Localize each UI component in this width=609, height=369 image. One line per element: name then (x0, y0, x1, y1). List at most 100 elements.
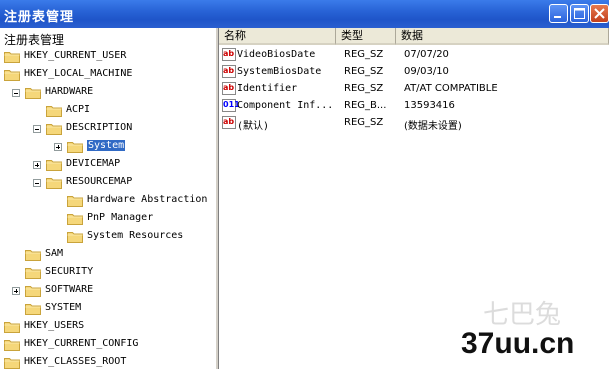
folder-icon (25, 266, 41, 279)
tree-node[interactable]: SAM (0, 247, 215, 263)
folder-icon (4, 356, 20, 369)
folder-icon (25, 248, 41, 261)
folder-icon (25, 284, 41, 297)
folder-icon (4, 68, 20, 81)
value-data: 07/07/20 (404, 49, 449, 60)
value-row[interactable]: ab SystemBiosDate REG_SZ 09/03/10 (219, 64, 609, 80)
tree-node[interactable]: SECURITY (0, 265, 215, 281)
value-row[interactable]: 011 Component Inf... REG_B... 13593416 (219, 98, 609, 114)
column-header-type[interactable]: 类型 (336, 28, 396, 45)
folder-icon (67, 230, 83, 243)
minimize-button[interactable] (549, 4, 568, 23)
tree-node-label: HKEY_USERS (24, 320, 85, 331)
folder-icon (67, 194, 83, 207)
expand-icon[interactable] (12, 287, 20, 295)
maximize-button[interactable] (570, 4, 589, 23)
watermark-faint: 七巴兔 (483, 300, 562, 330)
registry-tree[interactable]: 注册表管理 HKEY_CURRENT_USER HKEY_LOCAL_MACHIN… (0, 28, 215, 369)
string-value-icon: ab (222, 65, 236, 78)
tree-node[interactable]: HKEY_CURRENT_USER (0, 49, 215, 65)
tree-node-label: System Resources (87, 230, 184, 241)
binary-value-icon: 011 (222, 99, 240, 112)
tree-node[interactable]: HARDWARE (0, 85, 215, 101)
value-name: SystemBiosDate (237, 66, 322, 77)
tree-node[interactable]: RESOURCEMAP (0, 175, 215, 191)
folder-icon (46, 176, 62, 189)
tree-node[interactable]: Hardware Abstraction (0, 193, 215, 209)
folder-icon (46, 104, 62, 117)
tree-node[interactable]: System Resources (0, 229, 215, 245)
maximize-icon (574, 8, 585, 19)
tree-node[interactable]: ACPI (0, 103, 215, 119)
tree-node-label: RESOURCEMAP (66, 176, 133, 187)
close-button[interactable] (590, 4, 609, 23)
value-type: REG_B... (344, 100, 387, 111)
watermark: 37uu.cn (461, 327, 575, 360)
tree-root-label: 注册表管理 (4, 33, 65, 47)
tree-node[interactable]: SYSTEM (0, 301, 215, 317)
column-header-name[interactable]: 名称 (219, 28, 336, 45)
value-row[interactable]: ab (默认) REG_SZ (数据未设置) (219, 115, 609, 132)
tree-node-label: HKEY_CLASSES_ROOT (24, 356, 127, 367)
folder-icon (46, 158, 62, 171)
value-row[interactable]: ab VideoBiosDate REG_SZ 07/07/20 (219, 47, 609, 63)
tree-node-label: DESCRIPTION (66, 122, 133, 133)
folder-icon (25, 302, 41, 315)
window-title: 注册表管理 (4, 10, 75, 25)
tree-node[interactable]: HKEY_LOCAL_MACHINE (0, 67, 215, 83)
tree-node[interactable]: HKEY_CLASSES_ROOT (0, 355, 215, 369)
value-name: (默认) (237, 121, 270, 132)
tree-node-label: DEVICEMAP (66, 158, 121, 169)
value-type: REG_SZ (344, 83, 384, 94)
folder-icon (25, 86, 41, 99)
tree-node-label: SECURITY (45, 266, 94, 277)
tree-node-label: Hardware Abstraction (87, 194, 208, 205)
value-name: Identifier (237, 83, 298, 94)
folder-icon (4, 320, 20, 333)
string-value-icon: ab (222, 48, 236, 61)
folder-icon (4, 338, 20, 351)
tree-node-label: HKEY_CURRENT_USER (24, 50, 127, 61)
value-type: REG_SZ (344, 117, 384, 128)
tree-node-label: HARDWARE (45, 86, 94, 97)
tree-node-label: HKEY_CURRENT_CONFIG (24, 338, 139, 349)
minimize-icon (554, 16, 561, 18)
tree-node[interactable]: HKEY_USERS (0, 319, 215, 335)
value-type: REG_SZ (344, 49, 384, 60)
value-data: 13593416 (404, 100, 455, 111)
folder-icon (67, 212, 83, 225)
value-row[interactable]: ab Identifier REG_SZ AT/AT COMPATIBLE (219, 81, 609, 97)
tree-node[interactable]: DEVICEMAP (0, 157, 215, 173)
tree-node-label: PnP Manager (87, 212, 154, 223)
tree-node-label: System (85, 139, 127, 152)
expand-icon[interactable] (54, 143, 62, 151)
collapse-icon[interactable] (33, 125, 41, 133)
tree-node-label: ACPI (66, 104, 91, 115)
close-icon (594, 8, 605, 19)
tree-node[interactable]: HKEY_CURRENT_CONFIG (0, 337, 215, 353)
value-data: (数据未设置) (404, 121, 462, 132)
tree-node-label: SYSTEM (45, 302, 82, 313)
tree-node-label: HKEY_LOCAL_MACHINE (24, 68, 133, 79)
value-type: REG_SZ (344, 66, 384, 77)
folder-icon (4, 50, 20, 63)
tree-node-label: SOFTWARE (45, 284, 94, 295)
string-value-icon: ab (222, 116, 236, 129)
column-header-data[interactable]: 数据 (396, 28, 609, 45)
tree-node[interactable]: SOFTWARE (0, 283, 215, 299)
tree-node-label: SAM (45, 248, 64, 259)
tree-node[interactable]: DESCRIPTION (0, 121, 215, 137)
collapse-icon[interactable] (33, 179, 41, 187)
value-name: VideoBiosDate (237, 49, 316, 60)
value-data: 09/03/10 (404, 66, 449, 77)
tree-node[interactable]: System (0, 139, 215, 155)
expand-icon[interactable] (33, 161, 41, 169)
string-value-icon: ab (222, 82, 236, 95)
value-name: Component Inf... (237, 100, 334, 111)
tree-node[interactable]: PnP Manager (0, 211, 215, 227)
title-bar: 注册表管理 (0, 0, 609, 28)
value-data: AT/AT COMPATIBLE (404, 83, 498, 94)
folder-icon (67, 140, 83, 153)
collapse-icon[interactable] (12, 89, 20, 97)
folder-icon (46, 122, 62, 135)
